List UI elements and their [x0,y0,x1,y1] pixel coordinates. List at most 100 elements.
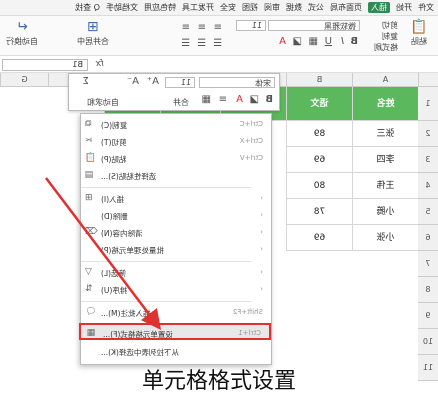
column-header-b[interactable]: B [286,73,352,87]
menu-search[interactable]: Q 查找 [75,2,100,13]
row-header-10[interactable]: 10 [418,329,438,355]
align-left-icon[interactable]: ☰ [213,38,222,49]
menu-paste[interactable]: 📋 粘贴(P) Ctrl+V [79,150,271,167]
font-size-select[interactable]: 11 [236,20,266,31]
context-menu: ⧉ 复制(C) Ctrl+C ✂ 剪切(T) Ctrl+X 📋 粘贴(P) Ct… [79,113,272,365]
paste-icon: 📋 [85,153,97,163]
table-cell[interactable]: 89 [286,121,352,147]
underline-icon[interactable]: U [325,36,332,47]
table-cell[interactable]: 78 [286,199,352,225]
table-cell[interactable]: 张三 [352,121,418,147]
menu-insert[interactable]: 插入 [368,2,390,13]
insert-icon: ⊞ [85,193,93,203]
header-cell-name[interactable]: 姓名 [352,87,418,121]
menu-page-layout[interactable]: 页面布局 [330,2,362,13]
menu-data[interactable]: 数据 [286,2,302,13]
menu-delete[interactable]: 删除(D) ‹ [79,207,271,224]
menu-batch-process[interactable]: 批量处理单元格(P) ‹ [79,241,271,258]
align-center-icon[interactable]: ☰ [197,38,206,49]
table-cell[interactable]: 小张 [352,225,418,251]
menu-formulas[interactable]: 公式 [308,2,324,13]
formula-bar: B1 fx [0,57,438,73]
menu-copy[interactable]: ⧉ 复制(C) Ctrl+C [79,116,271,133]
submenu-arrow-icon: ‹ [260,228,263,236]
menu-clear-contents[interactable]: ⌫ 清除内容(N) ‹ [79,224,271,241]
menu-file[interactable]: 文件 [418,2,434,13]
mini-border-icon[interactable]: ▦ [202,94,211,105]
mini-bold-icon[interactable]: B [265,94,273,105]
menu-bar: 文件 开始 插入 页面布局 公式 数据 审阅 视图 安全 开发工具 特色应用 文… [0,0,438,16]
menu-home[interactable]: 开始 [396,2,412,13]
copy-button[interactable]: 复制 [382,31,398,42]
row-header-1[interactable]: 1 [418,87,438,121]
menu-security[interactable]: 安全 [220,2,236,13]
mini-align-icon[interactable]: ≡ [219,94,227,105]
merge-center-button[interactable]: ⊞ 合并居中 [76,18,110,50]
name-box[interactable]: B1 [2,59,88,71]
bold-icon[interactable]: B [350,36,358,47]
menu-developer[interactable]: 开发工具 [182,2,214,13]
shrink-font-icon[interactable]: A⁻ [127,76,139,87]
cut-button[interactable]: 剪切 [382,20,398,31]
fx-icon[interactable]: fx [96,59,105,69]
table-cell[interactable]: 69 [286,225,352,251]
sum-icon[interactable]: Σ [83,76,89,87]
mini-font-size-select[interactable]: 11 [165,77,195,88]
row-header-7[interactable]: 7 [418,251,438,277]
mini-autosum-button[interactable]: 自动求和 [87,97,119,108]
table-cell[interactable]: 80 [286,173,352,199]
menu-cut[interactable]: ✂ 剪切(T) Ctrl+X [79,133,271,150]
menu-format-cells[interactable]: ▦ 设置单元格格式(F)... Ctrl+1 [79,323,271,340]
menu-review[interactable]: 审阅 [264,2,280,13]
mini-fill-icon[interactable]: ◪ [250,94,259,105]
italic-icon[interactable]: I [341,36,344,47]
font-name-select[interactable]: 微软雅黑 [268,20,360,31]
align-middle-icon[interactable]: ≡ [198,22,206,33]
column-header-g[interactable]: G [0,73,48,87]
submenu-arrow-icon: ‹ [260,194,263,202]
fill-color-icon[interactable]: ◪ [293,36,302,47]
menu-paste-special[interactable]: ▤ 选择性粘贴(S)... [79,167,271,184]
row-header-9[interactable]: 9 [418,303,438,329]
menu-filter[interactable]: ▽ 筛选(L) ‹ [79,264,271,281]
table-cell[interactable]: 李四 [352,147,418,173]
mini-font-color-icon[interactable]: A [236,94,243,105]
comment-icon: 🗨 [85,307,97,317]
header-cell-chinese[interactable]: 语文 [286,87,352,121]
menu-insert-comment[interactable]: 🗨 插入批注(M)... Shift+F2 [79,304,271,321]
row-header-4[interactable]: 4 [418,173,438,199]
select-all-corner[interactable] [418,73,438,87]
font-color-icon[interactable]: A [279,36,286,47]
row-header-8[interactable]: 8 [418,277,438,303]
wrap-text-button[interactable]: ↵ 自动换行 [2,18,42,50]
column-header-a[interactable]: A [352,73,418,87]
grow-font-icon[interactable]: A⁺ [147,76,159,87]
row-header-3[interactable]: 3 [418,147,438,173]
mini-merge-button[interactable]: 合并 [173,97,189,108]
table-cell[interactable]: 69 [286,147,352,173]
paste-button[interactable]: 📋 粘贴 [402,18,436,50]
menu-view[interactable]: 视图 [242,2,258,13]
format-painter-button[interactable]: 格式刷 [374,42,398,53]
align-right-icon[interactable]: ☰ [181,38,190,49]
mini-toolbar: 宋体 11 A⁺ A⁻ Σ B ◪ A ≡ ▦ 合并 自动求和 [68,73,280,111]
menu-pick-from-list[interactable]: 从下拉列表中选择(K)... [79,343,271,360]
row-header-2[interactable]: 2 [418,121,438,147]
submenu-arrow-icon: ‹ [260,285,263,293]
menu-sort[interactable]: ⇅ 排序(U) ‹ [79,281,271,298]
mini-font-select[interactable]: 宋体 [199,77,275,88]
clipboard-icon: 📋 [410,19,428,35]
border-icon[interactable]: ▦ [309,36,318,47]
menu-insert-cells[interactable]: ⊞ 插入(I) ‹ [79,190,271,207]
table-cell[interactable]: 小腾 [352,199,418,225]
row-header-5[interactable]: 5 [418,199,438,225]
row-header-6[interactable]: 6 [418,225,438,251]
align-top-icon[interactable]: ≡ [214,22,222,33]
menu-features[interactable]: 特色应用 [144,2,176,13]
wrap-icon: ↵ [16,19,28,35]
caption-text: 单元格格式设置 [141,369,296,394]
submenu-arrow-icon: ‹ [260,245,263,253]
table-cell[interactable]: 王伟 [352,173,418,199]
menu-doc-assistant[interactable]: 文档助手 [106,2,138,13]
align-bottom-icon[interactable]: ≡ [182,22,190,33]
